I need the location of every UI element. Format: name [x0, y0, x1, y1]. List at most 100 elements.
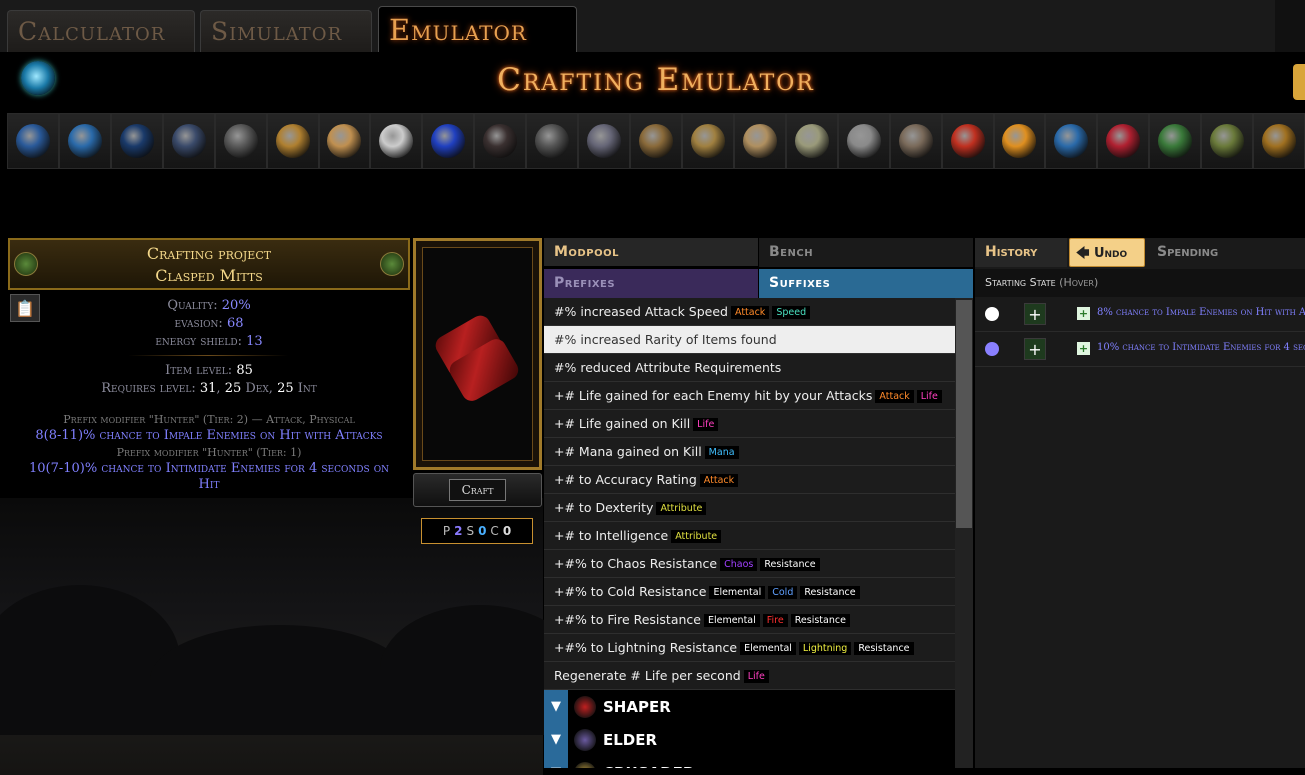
tab-calculator[interactable]: Calculator: [7, 10, 195, 52]
currency-green-jar-button[interactable]: [1149, 113, 1202, 169]
chevron-down-icon[interactable]: ▼: [544, 756, 568, 768]
mod-text: #% increased Rarity of Items found: [554, 332, 777, 347]
right-emblem-icon: [380, 252, 404, 276]
history-row[interactable]: + + 10% chance to Intimidate Enemies for…: [975, 332, 1305, 367]
craft-label: Craft: [448, 479, 507, 501]
mod-row[interactable]: +#% to Chaos Resistance Chaos Resistance: [544, 550, 955, 578]
currency-face-button[interactable]: [318, 113, 371, 169]
silver-claw-icon: [846, 124, 881, 158]
currency-amber-gem-button[interactable]: [993, 113, 1046, 169]
currency-warlord-button[interactable]: [1201, 113, 1254, 169]
mod-tag: Resistance: [790, 614, 850, 627]
currency-dark-orb-button[interactable]: [474, 113, 527, 169]
mod-group-elder[interactable]: ▼ ELDER: [544, 723, 955, 756]
tab-history[interactable]: History: [975, 238, 1067, 267]
mod-row[interactable]: +# to Intelligence Attribute: [544, 522, 955, 550]
mod-row[interactable]: +#% to Fire Resistance Elemental Fire Resis…: [544, 606, 955, 634]
evasion-line: evasion: 68: [8, 316, 410, 331]
history-text: 10% chance to Intimidate Enemies for 4 s…: [1097, 342, 1305, 353]
currency-feather-button[interactable]: [214, 113, 267, 169]
mod-text: +# to Dexterity: [554, 500, 654, 515]
currency-silver-claw-button[interactable]: [837, 113, 890, 169]
item-level-line: Item level: 85: [8, 363, 410, 378]
currency-blue-gem-button[interactable]: [422, 113, 475, 169]
tab-suffixes[interactable]: Suffixes: [759, 269, 973, 298]
es-label: energy shield:: [155, 334, 242, 349]
mod-row[interactable]: +# to Accuracy Rating Attack: [544, 466, 955, 494]
currency-blue-flame-button[interactable]: [1045, 113, 1098, 169]
mod-list-scrollbar[interactable]: [955, 298, 973, 768]
mod-list: #% increased Attack Speed Attack Speed #% i…: [544, 298, 955, 768]
state-dot: [985, 342, 999, 356]
history-text: 8% chance to Impale Enemies on Hit with …: [1097, 307, 1305, 318]
top-tab-bar: Calculator Simulator Emulator: [0, 0, 1305, 52]
mod-tag: Lightning: [798, 642, 852, 655]
mod-row[interactable]: #% increased Rarity of Items found: [544, 326, 955, 354]
plus-button[interactable]: +: [1024, 303, 1046, 325]
history-row[interactable]: + + 8% chance to Impale Enemies on Hit w…: [975, 297, 1305, 332]
tab-bench[interactable]: Bench: [759, 238, 973, 267]
tab-spending[interactable]: Spending: [1147, 238, 1305, 267]
mod-row[interactable]: +# to Dexterity Attribute: [544, 494, 955, 522]
currency-scroll-button[interactable]: [58, 113, 111, 169]
mod-tag: Resistance: [854, 642, 914, 655]
mod-tag: Elemental: [703, 614, 760, 627]
currency-gold-fist-button[interactable]: [266, 113, 319, 169]
mod-group-label: SHAPER: [603, 697, 671, 716]
starting-state[interactable]: Starting State (Hover): [975, 269, 1305, 297]
mod-row[interactable]: +# Life gained for each Enemy hit by you…: [544, 382, 955, 410]
tab-simulator[interactable]: Simulator: [200, 10, 372, 52]
mod-tag: Mana: [704, 446, 739, 459]
quality-label: Quality:: [167, 298, 218, 313]
currency-chromatic-shard-button[interactable]: [7, 113, 59, 169]
currency-grey-orb-button[interactable]: [526, 113, 579, 169]
scroll-icon: [67, 124, 102, 158]
chevron-down-icon[interactable]: ▼: [544, 723, 568, 756]
red-fist-icon: [950, 124, 985, 158]
item-name: Clasped Mitts: [155, 266, 263, 285]
item-header: Crafting project Clasped Mitts: [8, 238, 410, 290]
mod-group-shaper[interactable]: ▼ SHAPER: [544, 690, 955, 723]
currency-gold-orb-button[interactable]: [681, 113, 734, 169]
evasion-label: evasion:: [174, 316, 223, 331]
blue-gem-icon: [431, 124, 466, 158]
currency-mask-button[interactable]: [162, 113, 215, 169]
currency-swirl-orb-button[interactable]: [578, 113, 631, 169]
item-tooltip: Crafting project Clasped Mitts 📋 Quality…: [8, 238, 410, 498]
mod-row[interactable]: +# Life gained on Kill Life: [544, 410, 955, 438]
mod-row[interactable]: +#% to Lightning Resistance Elemental Ligh…: [544, 634, 955, 662]
tab-modpool[interactable]: Modpool: [544, 238, 758, 267]
currency-white-orb-button[interactable]: [370, 113, 423, 169]
currency-bronze-orb-button[interactable]: [630, 113, 682, 169]
mod-row[interactable]: #% reduced Attribute Requirements: [544, 354, 955, 382]
scrollbar-thumb[interactable]: [956, 300, 972, 528]
hover-label: (Hover): [1059, 276, 1099, 289]
tab-emulator[interactable]: Emulator: [378, 6, 577, 52]
currency-red-splash-button[interactable]: [1097, 113, 1150, 169]
currency-eye-pyramid-button[interactable]: [1253, 113, 1305, 169]
prefix-count: 2: [454, 524, 463, 538]
mod-row[interactable]: +#% to Cold Resistance Elemental Cold Resis…: [544, 578, 955, 606]
dex-label: Dex,: [245, 381, 273, 396]
plus-button[interactable]: +: [1024, 338, 1046, 360]
mod-row[interactable]: Regenerate # Life per second Life: [544, 662, 955, 690]
craft-count: 0: [502, 524, 512, 538]
undo-button[interactable]: 🡄 Undo: [1069, 238, 1145, 267]
requirements-line: Requires level: 31, 25 Dex, 25 Int: [101, 381, 317, 396]
mod-row[interactable]: +# Mana gained on Kill Mana: [544, 438, 955, 466]
mod-text: +# Mana gained on Kill: [554, 444, 702, 459]
mod-group-crusader[interactable]: ▼ CRUSADER: [544, 756, 955, 768]
chevron-down-icon[interactable]: ▼: [544, 690, 568, 723]
currency-golden-face-button[interactable]: [733, 113, 786, 169]
mod-row[interactable]: #% increased Attack Speed Attack Speed: [544, 298, 955, 326]
currency-sphere-button[interactable]: [889, 113, 942, 169]
tab-prefixes[interactable]: Prefixes: [544, 269, 758, 298]
currency-red-fist-button[interactable]: [941, 113, 994, 169]
ilvl-value: 85: [236, 363, 253, 378]
currency-gold-mask-button[interactable]: [785, 113, 838, 169]
mod-text: +# to Accuracy Rating: [554, 472, 697, 487]
currency-orb-dark-blue-button[interactable]: [110, 113, 163, 169]
craft-button[interactable]: Craft: [413, 473, 542, 507]
side-menu-button[interactable]: [1293, 64, 1305, 100]
blue-flame-icon: [1054, 124, 1089, 158]
